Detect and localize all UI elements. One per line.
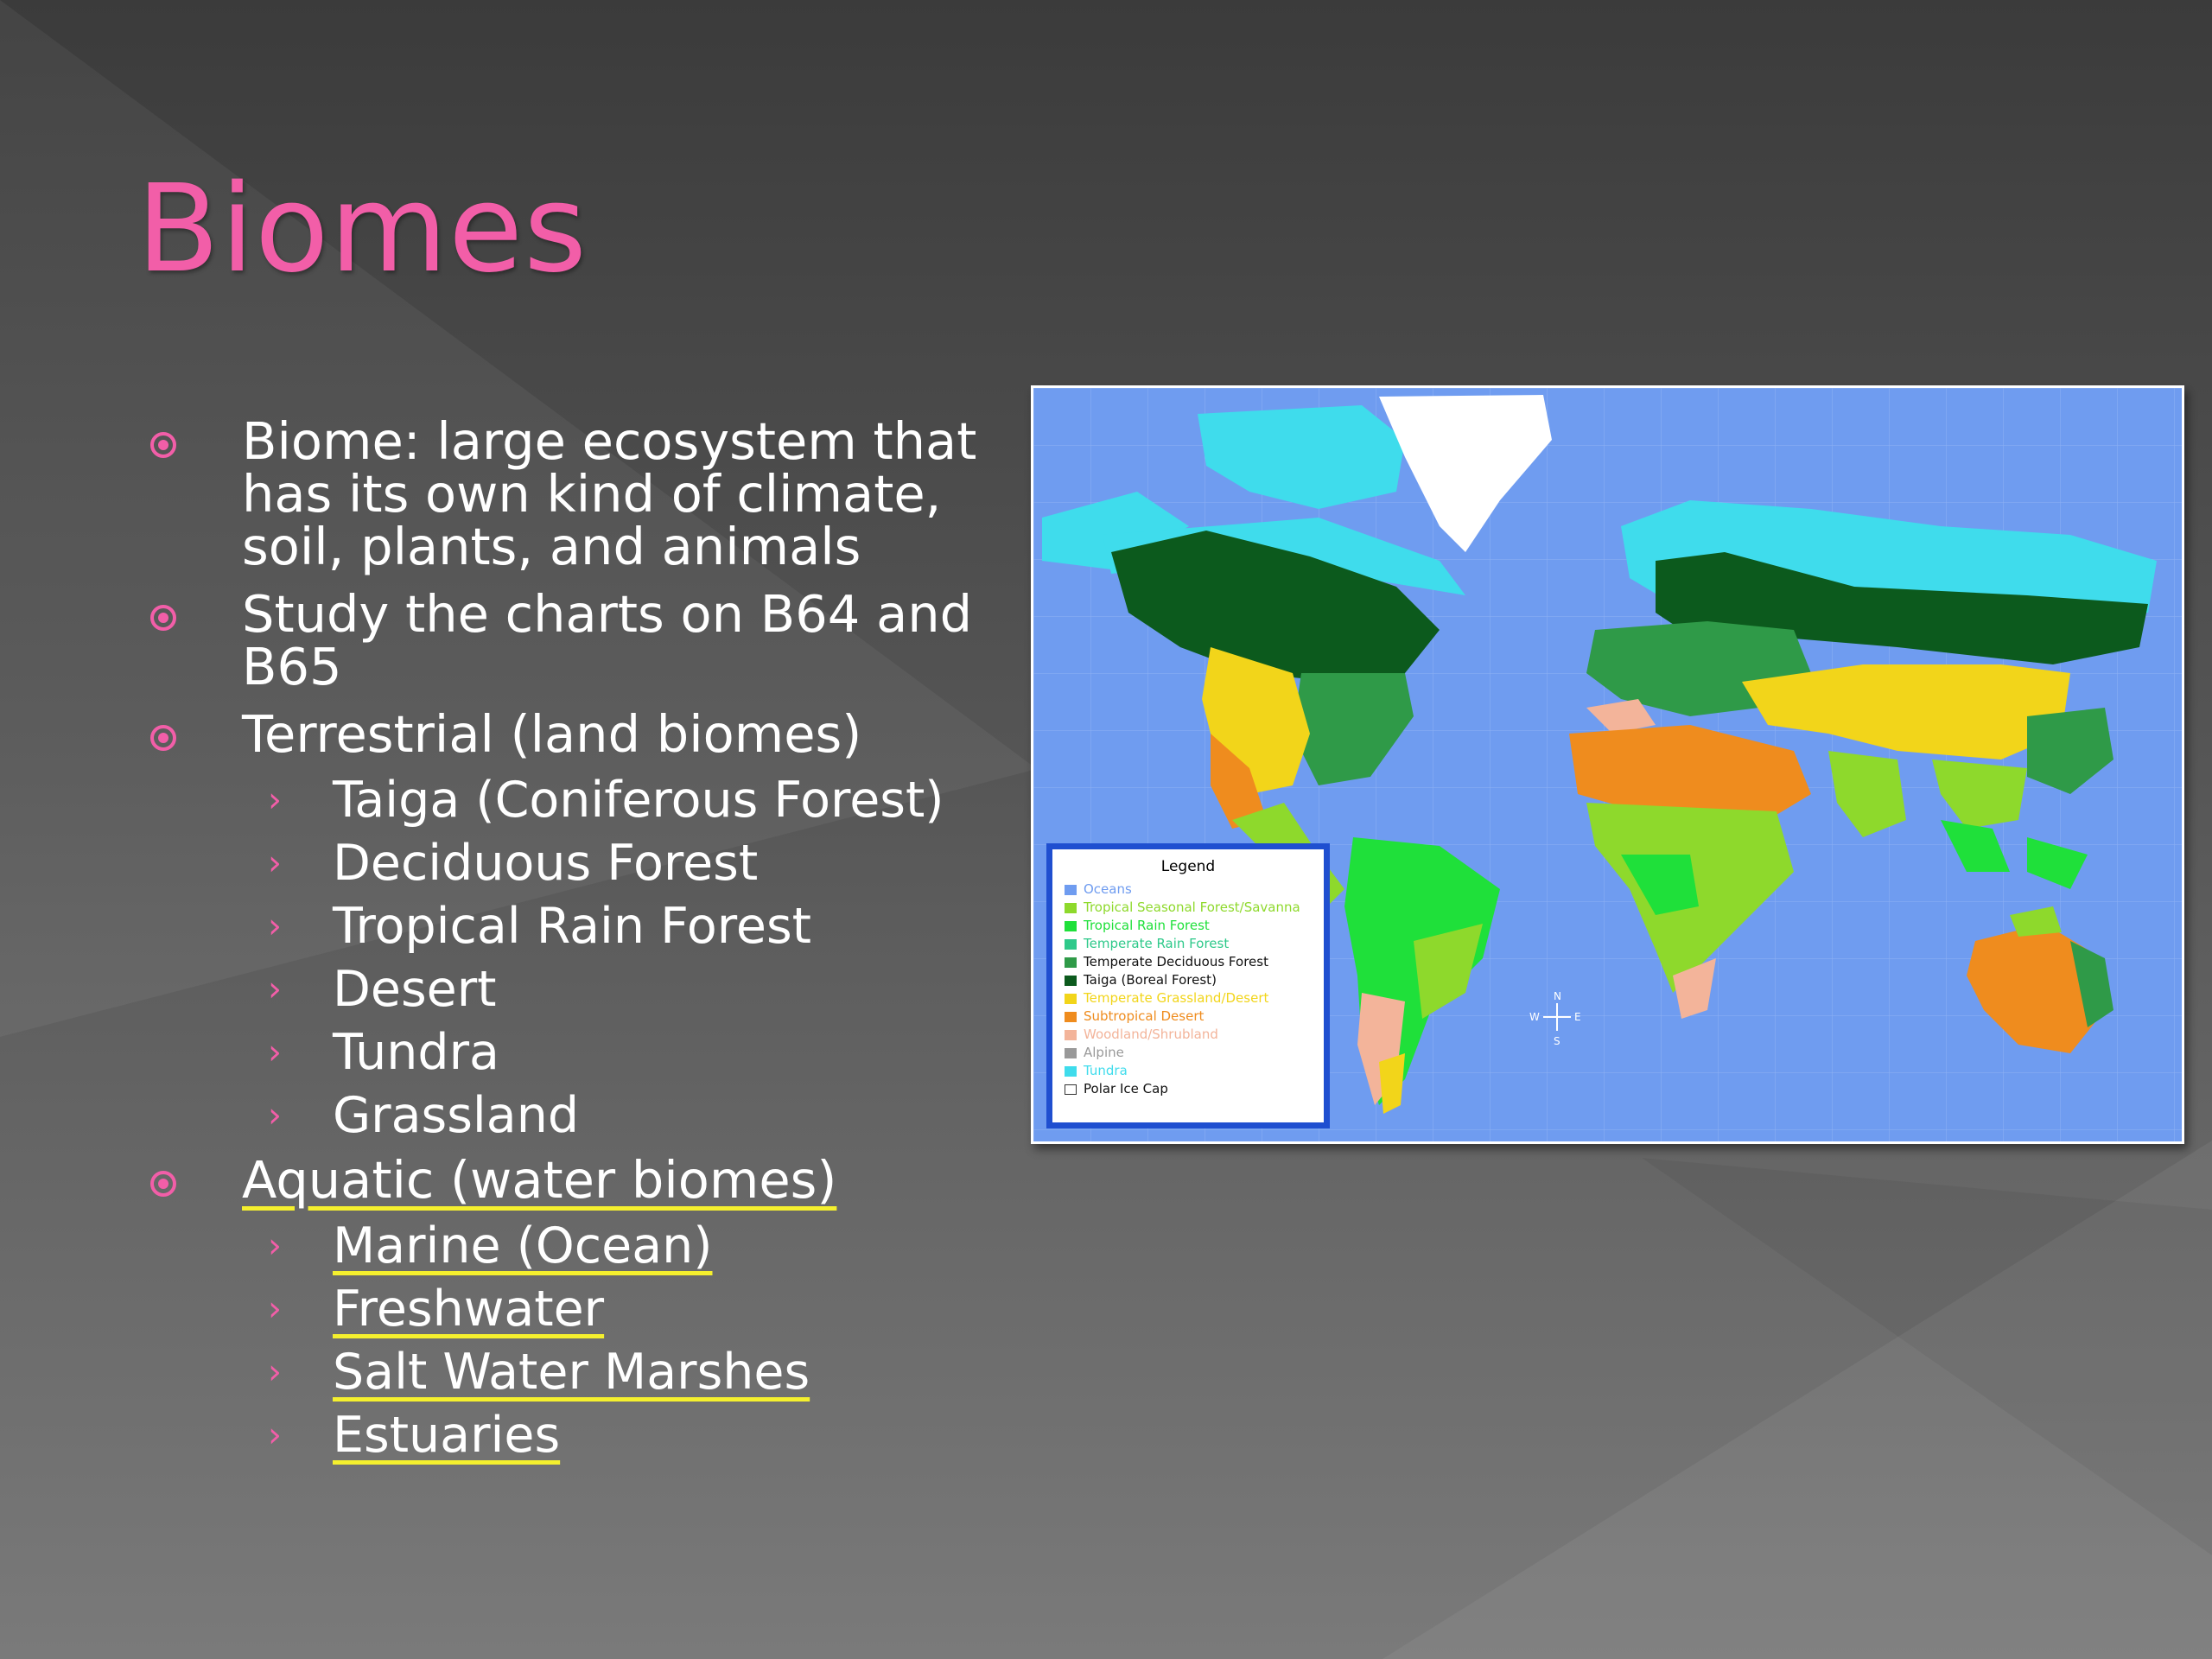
legend-label: Tropical Rain Forest xyxy=(1084,918,1210,933)
sub-bullet-freshwater[interactable]: › Freshwater xyxy=(147,1284,1020,1334)
bullet-biome-definition: Biome: large ecosystem that has its own … xyxy=(147,415,1020,573)
chevron-right-icon: › xyxy=(268,1033,282,1072)
chevron-right-icon: › xyxy=(268,1226,282,1266)
chevron-right-icon: › xyxy=(268,1289,282,1329)
legend-swatch xyxy=(1065,957,1077,968)
legend-label: Temperate Rain Forest xyxy=(1084,936,1230,951)
chevron-right-icon: › xyxy=(268,1096,282,1135)
slide-title: Biomes xyxy=(137,159,588,300)
chevron-right-icon: › xyxy=(268,969,282,1009)
bullet-list: Biome: large ecosystem that has its own … xyxy=(147,415,1020,1473)
salt-marshes-link[interactable]: Salt Water Marshes xyxy=(333,1344,810,1401)
legend-item: Polar Ice Cap xyxy=(1052,1080,1324,1098)
legend-item: Temperate Deciduous Forest xyxy=(1052,953,1324,971)
legend-swatch xyxy=(1065,1048,1077,1058)
legend-swatch xyxy=(1065,1030,1077,1040)
chevron-right-icon: › xyxy=(268,1352,282,1392)
legend-item: Subtropical Desert xyxy=(1052,1007,1324,1026)
legend-label: Woodland/Shrubland xyxy=(1084,1027,1218,1042)
chevron-right-icon: › xyxy=(268,843,282,883)
bullet-aquatic[interactable]: Aquatic (water biomes) xyxy=(147,1154,1020,1206)
legend-item: Taiga (Boreal Forest) xyxy=(1052,971,1324,989)
compass-south: S xyxy=(1554,1035,1560,1047)
legend-items: Oceans Tropical Seasonal Forest/Savanna Tr… xyxy=(1052,880,1324,1098)
bullet-target-icon xyxy=(150,605,176,631)
chevron-right-icon: › xyxy=(268,906,282,946)
legend-label: Temperate Grassland/Desert xyxy=(1084,990,1269,1006)
sub-bullet-tundra: › Tundra xyxy=(268,1024,499,1081)
aquatic-link[interactable]: Aquatic (water biomes) xyxy=(242,1150,836,1210)
legend-item: Temperate Grassland/Desert xyxy=(1052,989,1324,1007)
bullet-target-icon xyxy=(150,725,176,751)
legend-item: Tundra xyxy=(1052,1062,1324,1080)
world-biome-map: N S E W Legend Oceans Tropical Seasonal F… xyxy=(1031,385,2184,1144)
sub-bullet-rainforest: › Tropical Rain Forest xyxy=(268,898,812,955)
legend-swatch xyxy=(1065,921,1077,931)
legend-swatch xyxy=(1065,885,1077,895)
freshwater-link[interactable]: Freshwater xyxy=(333,1281,604,1338)
compass-east: E xyxy=(1574,1011,1581,1023)
legend-label: Polar Ice Cap xyxy=(1084,1081,1168,1096)
bullet-study-charts: Study the charts on B64 and B65 xyxy=(147,588,1020,693)
legend-swatch xyxy=(1065,976,1077,986)
compass-north: N xyxy=(1554,990,1561,1002)
estuaries-link[interactable]: Estuaries xyxy=(333,1407,560,1464)
chevron-right-icon: › xyxy=(268,780,282,820)
sub-bullet-estuaries[interactable]: › Estuaries xyxy=(147,1410,1020,1460)
legend-item: Temperate Rain Forest xyxy=(1052,935,1324,953)
sub-bullet-deciduous: › Deciduous Forest xyxy=(268,835,759,892)
legend-label: Tropical Seasonal Forest/Savanna xyxy=(1084,899,1300,915)
legend-swatch xyxy=(1065,994,1077,1004)
sub-bullet-grassland: › Grassland xyxy=(268,1087,579,1144)
legend-item: Oceans xyxy=(1052,880,1324,899)
legend-label: Subtropical Desert xyxy=(1084,1008,1205,1024)
compass-west: W xyxy=(1529,1011,1540,1023)
legend-title: Legend xyxy=(1160,858,1216,875)
legend-item: Tropical Seasonal Forest/Savanna xyxy=(1052,899,1324,917)
legend-label: Oceans xyxy=(1084,881,1132,897)
marine-link[interactable]: Marine (Ocean) xyxy=(333,1217,713,1274)
legend-item: Tropical Rain Forest xyxy=(1052,917,1324,935)
chevron-right-icon: › xyxy=(268,1415,282,1455)
legend-label: Temperate Deciduous Forest xyxy=(1084,954,1268,969)
legend-swatch xyxy=(1065,1066,1077,1077)
legend-swatch xyxy=(1065,903,1077,913)
legend-swatch xyxy=(1065,1012,1077,1022)
sub-bullet-marine[interactable]: › Marine (Ocean) xyxy=(147,1221,1020,1271)
legend-label: Tundra xyxy=(1084,1063,1128,1078)
bullet-target-icon xyxy=(150,1171,176,1197)
legend-item: Woodland/Shrubland xyxy=(1052,1026,1324,1044)
legend-swatch xyxy=(1065,1084,1077,1095)
sub-bullet-desert: › Desert xyxy=(268,961,497,1018)
bullet-target-icon xyxy=(150,432,176,458)
sub-bullet-salt-marshes[interactable]: › Salt Water Marshes xyxy=(147,1347,1020,1397)
map-legend: Legend Oceans Tropical Seasonal Forest/Sa… xyxy=(1046,843,1330,1128)
bullet-terrestrial: Terrestrial (land biomes) xyxy=(147,708,1020,760)
sub-bullet-taiga: › Taiga (Coniferous Forest) xyxy=(268,772,944,829)
legend-label: Alpine xyxy=(1084,1045,1124,1060)
legend-item: Alpine xyxy=(1052,1044,1324,1062)
legend-label: Taiga (Boreal Forest) xyxy=(1084,972,1217,988)
legend-swatch xyxy=(1065,939,1077,950)
